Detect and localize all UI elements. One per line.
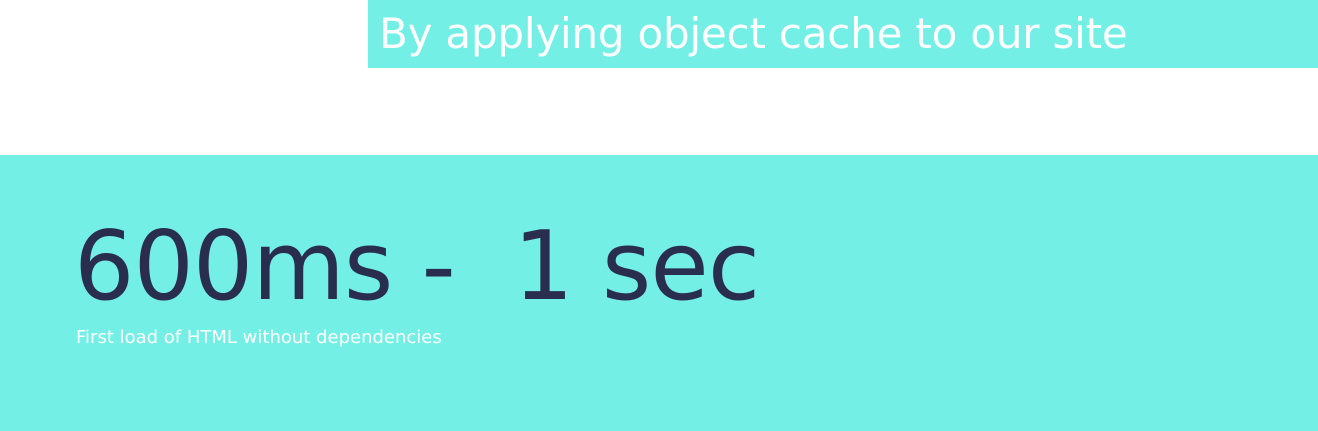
slide-title: By applying object cache to our site <box>379 9 1128 58</box>
metric-caption: First load of HTML without dependencies <box>76 327 442 348</box>
title-banner: By applying object cache to our site <box>368 0 1318 68</box>
content-panel: 600ms - 1 sec First load of HTML without… <box>0 155 1318 431</box>
load-time-metric: 600ms - 1 sec <box>74 212 760 322</box>
